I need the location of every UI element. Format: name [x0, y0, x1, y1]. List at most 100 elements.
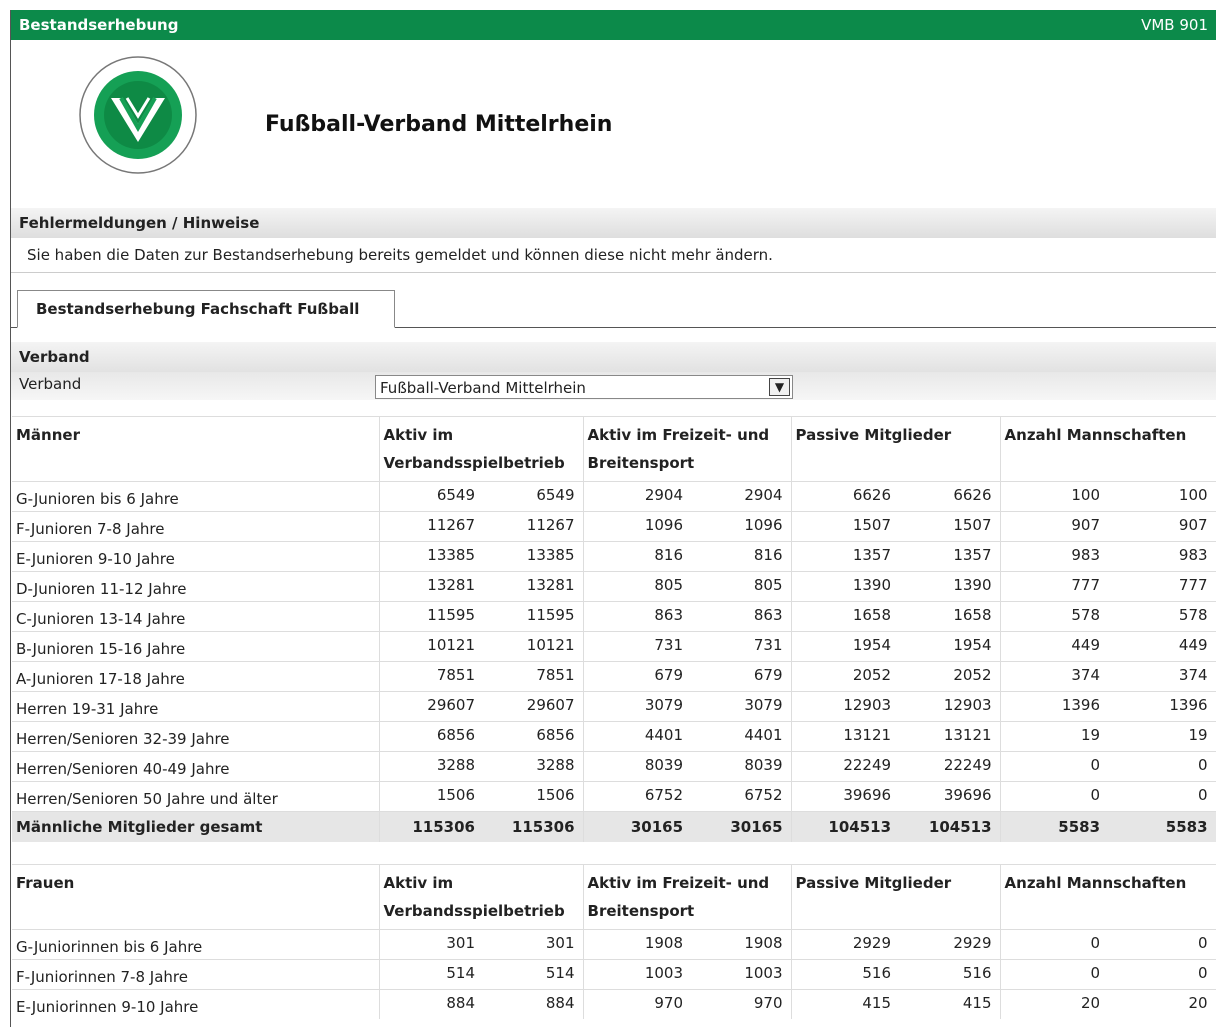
value-cell: 10121 — [483, 631, 584, 662]
value-cell: 1003 — [583, 958, 692, 989]
value-cell: 907 — [1108, 511, 1216, 542]
row-label: F-Junioren 7-8 Jahre — [12, 511, 380, 542]
value-cell: 731 — [583, 631, 692, 662]
value-cell: 104513 — [899, 811, 1001, 842]
row-label: G-Junioren bis 6 Jahre — [12, 481, 380, 512]
value-cell: 777 — [1108, 571, 1216, 602]
value-cell: 100 — [1108, 481, 1216, 512]
value-cell: 805 — [691, 571, 792, 602]
value-cell: 39696 — [791, 781, 900, 812]
value-cell: 301 — [379, 928, 483, 959]
value-cell: 2052 — [899, 661, 1001, 692]
value-cell: 11595 — [379, 601, 483, 632]
table-row: Herren/Senioren 50 Jahre und älter 1506 15… — [12, 781, 1216, 812]
women-header-aktiv-verband: Aktiv im Verbandsspielbetrieb — [379, 863, 584, 929]
chevron-down-icon[interactable]: ▼ — [769, 378, 790, 396]
verband-heading: Verband — [11, 342, 1216, 372]
row-label: D-Junioren 11-12 Jahre — [12, 571, 380, 602]
table-row: G-Junioren bis 6 Jahre 6549 6549 2904 2904 66… — [12, 481, 1216, 512]
value-cell: 4401 — [691, 721, 792, 752]
table-row: Herren/Senioren 40-49 Jahre 3288 3288 8039 8… — [12, 751, 1216, 782]
value-cell: 104513 — [791, 811, 900, 842]
value-cell: 1096 — [691, 511, 792, 542]
federation-logo — [79, 56, 197, 174]
value-cell: 6752 — [583, 781, 692, 812]
form-code: VMB 901 — [1141, 16, 1208, 34]
women-table: Frauen Aktiv im Verbandsspielbetrieb Akt… — [12, 863, 1216, 1019]
messages-text: Sie haben die Daten zur Bestandserhebung… — [11, 238, 1216, 273]
value-cell: 0 — [1000, 928, 1109, 959]
value-cell: 5583 — [1000, 811, 1109, 842]
value-cell: 8039 — [583, 751, 692, 782]
value-cell: 4401 — [583, 721, 692, 752]
value-cell: 731 — [691, 631, 792, 662]
value-cell: 884 — [483, 988, 584, 1019]
verband-label: Verband — [19, 375, 82, 393]
value-cell: 7851 — [379, 661, 483, 692]
value-cell: 30165 — [691, 811, 792, 842]
value-cell: 0 — [1108, 751, 1216, 782]
value-cell: 20 — [1108, 988, 1216, 1019]
row-label: E-Juniorinnen 9-10 Jahre — [12, 988, 380, 1019]
value-cell: 11267 — [379, 511, 483, 542]
value-cell: 1506 — [483, 781, 584, 812]
value-cell: 970 — [691, 988, 792, 1019]
tab-bestandserhebung-fussball[interactable]: Bestandserhebung Fachschaft Fußball — [17, 290, 395, 328]
value-cell: 6626 — [899, 481, 1001, 512]
table-row: F-Juniorinnen 7-8 Jahre 514 514 1003 1003 516… — [12, 958, 1216, 989]
men-header-aktiv-verband: Aktiv im Verbandsspielbetrieb — [379, 416, 584, 482]
value-cell: 13385 — [379, 541, 483, 572]
value-cell: 1908 — [583, 928, 692, 959]
messages-heading: Fehlermeldungen / Hinweise — [11, 208, 1216, 238]
row-label: E-Junioren 9-10 Jahre — [12, 541, 380, 572]
value-cell: 374 — [1108, 661, 1216, 692]
row-label: C-Junioren 13-14 Jahre — [12, 601, 380, 632]
women-header-aktiv-freizeit: Aktiv im Freizeit- und Breitensport — [583, 863, 792, 929]
table-row: E-Junioren 9-10 Jahre 13385 13385 816 816 135… — [12, 541, 1216, 572]
row-label: A-Junioren 17-18 Jahre — [12, 661, 380, 692]
value-cell: 20 — [1000, 988, 1109, 1019]
men-header-passive: Passive Mitglieder — [791, 416, 1001, 482]
value-cell: 679 — [691, 661, 792, 692]
value-cell: 1396 — [1000, 691, 1109, 722]
value-cell: 1506 — [379, 781, 483, 812]
table-row: Herren 19-31 Jahre 29607 29607 3079 3079 1290… — [12, 691, 1216, 722]
value-cell: 2904 — [691, 481, 792, 512]
value-cell: 514 — [379, 958, 483, 989]
value-cell: 6856 — [379, 721, 483, 752]
value-cell: 22249 — [899, 751, 1001, 782]
row-label: Herren 19-31 Jahre — [12, 691, 380, 722]
value-cell: 816 — [583, 541, 692, 572]
men-header-category: Männer — [12, 416, 380, 482]
value-cell: 29607 — [379, 691, 483, 722]
value-cell: 0 — [1108, 928, 1216, 959]
value-cell: 1507 — [791, 511, 900, 542]
value-cell: 0 — [1108, 781, 1216, 812]
verband-selected-value: Fußball-Verband Mittelrhein — [380, 379, 586, 397]
table-row: D-Junioren 11-12 Jahre 13281 13281 805 805 13… — [12, 571, 1216, 602]
table-row: Herren/Senioren 32-39 Jahre 6856 6856 4401 4… — [12, 721, 1216, 752]
value-cell: 1954 — [899, 631, 1001, 662]
title-bar: Bestandserhebung VMB 901 — [11, 10, 1216, 40]
value-cell: 415 — [791, 988, 900, 1019]
page-frame: Bestandserhebung VMB 901 Fußball-Verband… — [10, 10, 1216, 1027]
value-cell: 983 — [1108, 541, 1216, 572]
value-cell: 805 — [583, 571, 692, 602]
value-cell: 514 — [483, 958, 584, 989]
value-cell: 13385 — [483, 541, 584, 572]
verband-select[interactable]: Fußball-Verband Mittelrhein ▼ — [375, 375, 793, 399]
value-cell: 6626 — [791, 481, 900, 512]
value-cell: 0 — [1000, 751, 1109, 782]
federation-name: Fußball-Verband Mittelrhein — [265, 112, 613, 137]
value-cell: 6549 — [483, 481, 584, 512]
women-header-mannschaften: Anzahl Mannschaften — [1000, 863, 1216, 929]
value-cell: 22249 — [791, 751, 900, 782]
value-cell: 301 — [483, 928, 584, 959]
value-cell: 415 — [899, 988, 1001, 1019]
value-cell: 2929 — [899, 928, 1001, 959]
men-header-aktiv-freizeit: Aktiv im Freizeit- und Breitensport — [583, 416, 792, 482]
value-cell: 2904 — [583, 481, 692, 512]
value-cell: 578 — [1108, 601, 1216, 632]
value-cell: 3288 — [379, 751, 483, 782]
value-cell: 884 — [379, 988, 483, 1019]
